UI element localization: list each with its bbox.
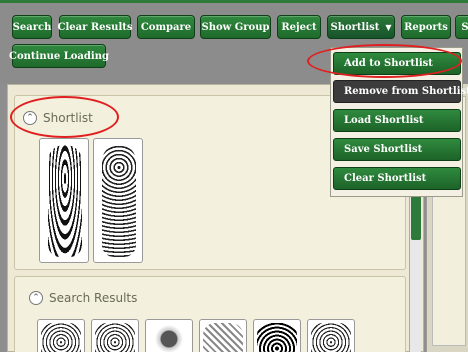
footprint-image xyxy=(257,323,297,352)
reject-button[interactable]: Reject xyxy=(277,15,321,39)
footprint-image xyxy=(149,323,189,352)
result-thumbnail[interactable] xyxy=(145,319,193,352)
footprint-image xyxy=(95,323,135,352)
clear-results-button[interactable]: Clear Results xyxy=(58,15,133,39)
collapse-icon[interactable]: ⌃ xyxy=(29,291,43,305)
shortlist-dropdown-menu: Add to Shortlist Remove from Shortlist L… xyxy=(330,47,468,197)
search-results-title: Search Results xyxy=(49,291,138,305)
collapse-icon[interactable]: ⌃ xyxy=(23,111,37,125)
reports-button[interactable]: Reports xyxy=(401,15,451,39)
chevron-down-icon: ▼ xyxy=(385,22,392,32)
result-thumbnail[interactable] xyxy=(91,319,139,352)
vertical-scrollbar[interactable] xyxy=(409,184,421,352)
menu-item-clear-shortlist[interactable]: Clear Shortlist xyxy=(333,167,461,190)
shortlist-item[interactable] xyxy=(39,138,89,263)
footprint-image xyxy=(311,323,351,352)
result-thumbnail[interactable] xyxy=(199,319,247,352)
menu-item-load-shortlist[interactable]: Load Shortlist xyxy=(333,109,461,132)
footprint-image xyxy=(41,323,81,352)
shortlist-item[interactable] xyxy=(93,138,143,263)
result-thumbnail[interactable] xyxy=(253,319,301,352)
menu-item-add-to-shortlist[interactable]: Add to Shortlist xyxy=(333,52,461,75)
show-group-button[interactable]: Show Group xyxy=(200,15,271,39)
footprint-image xyxy=(102,145,136,257)
footprint-image xyxy=(48,145,82,257)
menu-item-remove-from-shortlist[interactable]: Remove from Shortlist xyxy=(333,80,468,103)
continue-loading-button[interactable]: Continue Loading xyxy=(9,44,109,68)
footprint-image xyxy=(203,323,243,352)
shortlist-header[interactable]: ⌃ Shortlist xyxy=(23,111,93,125)
menu-item-save-shortlist[interactable]: Save Shortlist xyxy=(333,138,461,161)
search-button[interactable]: Search xyxy=(12,15,52,39)
search-results-panel: ⌃ Search Results xyxy=(14,276,406,352)
overflow-button[interactable]: S xyxy=(455,15,468,39)
shortlist-dropdown-button[interactable]: Shortlist ▼ xyxy=(327,15,395,39)
search-results-header[interactable]: ⌃ Search Results xyxy=(29,291,137,305)
compare-button[interactable]: Compare xyxy=(137,15,195,39)
result-thumbnail[interactable] xyxy=(37,319,85,352)
shortlist-title: Shortlist xyxy=(43,111,93,125)
scrollbar-thumb[interactable] xyxy=(411,190,421,240)
result-thumbnail[interactable] xyxy=(307,319,355,352)
shortlist-label: Shortlist xyxy=(330,21,380,33)
